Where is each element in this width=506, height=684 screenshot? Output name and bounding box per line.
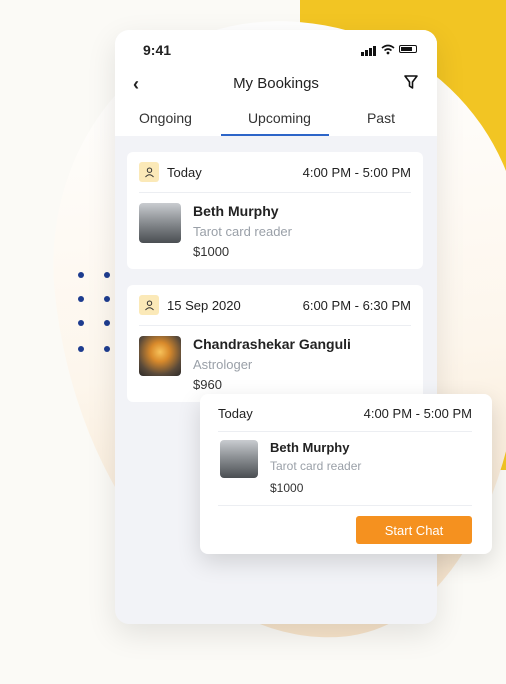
- booking-card-header: 15 Sep 2020 6:00 PM - 6:30 PM: [139, 295, 411, 315]
- start-chat-button[interactable]: Start Chat: [356, 516, 472, 544]
- advisor-name: Beth Murphy: [193, 203, 279, 219]
- booking-price: $960: [193, 377, 222, 392]
- advisor-name: Chandrashekar Ganguli: [193, 336, 351, 352]
- booking-detail-popup: Today 4:00 PM - 5:00 PM Beth Murphy Taro…: [200, 394, 492, 554]
- popup-advisor-info: Beth Murphy Tarot card reader $1000: [220, 440, 472, 495]
- dot: [78, 346, 84, 352]
- advisor-info: Chandrashekar Ganguli Astrologer $960: [139, 336, 411, 392]
- popup-date: Today: [218, 406, 253, 421]
- booking-price: $1000: [270, 481, 304, 495]
- dot: [78, 272, 84, 278]
- divider: [218, 431, 472, 432]
- booking-tabs: Ongoing Upcoming Past: [115, 110, 437, 136]
- user-icon: [139, 162, 159, 182]
- advisor-info: Beth Murphy Tarot card reader $1000: [139, 203, 411, 259]
- divider: [139, 325, 411, 326]
- booking-card[interactable]: Today 4:00 PM - 5:00 PM Beth Murphy Taro…: [127, 152, 423, 269]
- tab-ongoing[interactable]: Ongoing: [139, 110, 192, 136]
- status-time: 9:41: [143, 42, 172, 58]
- dot: [78, 320, 84, 326]
- tab-past[interactable]: Past: [367, 110, 395, 136]
- booking-card-header: Today 4:00 PM - 5:00 PM: [139, 162, 411, 182]
- wifi-icon: [381, 44, 395, 54]
- dot: [78, 296, 84, 302]
- advisor-role: Tarot card reader: [193, 224, 292, 239]
- advisor-role: Astrologer: [193, 357, 253, 372]
- dot: [104, 346, 110, 352]
- booking-card[interactable]: 15 Sep 2020 6:00 PM - 6:30 PM Chandrashe…: [127, 285, 423, 402]
- signal-icon: [361, 42, 377, 56]
- dot: [104, 320, 110, 326]
- divider: [218, 505, 472, 506]
- popup-time: 4:00 PM - 5:00 PM: [363, 406, 472, 421]
- dot: [104, 272, 110, 278]
- booking-time: 6:00 PM - 6:30 PM: [302, 297, 411, 313]
- page-title: My Bookings: [233, 75, 319, 92]
- user-icon: [139, 295, 159, 315]
- popup-header: Today 4:00 PM - 5:00 PM: [218, 406, 472, 421]
- booking-date: 15 Sep 2020: [167, 297, 241, 313]
- filter-icon[interactable]: [403, 74, 419, 90]
- advisor-role: Tarot card reader: [270, 459, 362, 473]
- active-tab-indicator: [221, 134, 329, 136]
- battery-icon: [399, 45, 417, 53]
- app-header: 9:41 ‹ My Bookings Ongoing Upcoming Past: [115, 30, 437, 136]
- booking-time: 4:00 PM - 5:00 PM: [302, 164, 411, 180]
- booking-price: $1000: [193, 244, 230, 259]
- avatar: [139, 203, 181, 243]
- avatar: [139, 336, 181, 376]
- tab-upcoming[interactable]: Upcoming: [248, 110, 311, 136]
- avatar: [220, 440, 258, 478]
- dot: [104, 296, 110, 302]
- advisor-name: Beth Murphy: [270, 440, 350, 455]
- status-icons: [361, 42, 417, 56]
- divider: [139, 192, 411, 193]
- booking-date: Today: [167, 164, 202, 180]
